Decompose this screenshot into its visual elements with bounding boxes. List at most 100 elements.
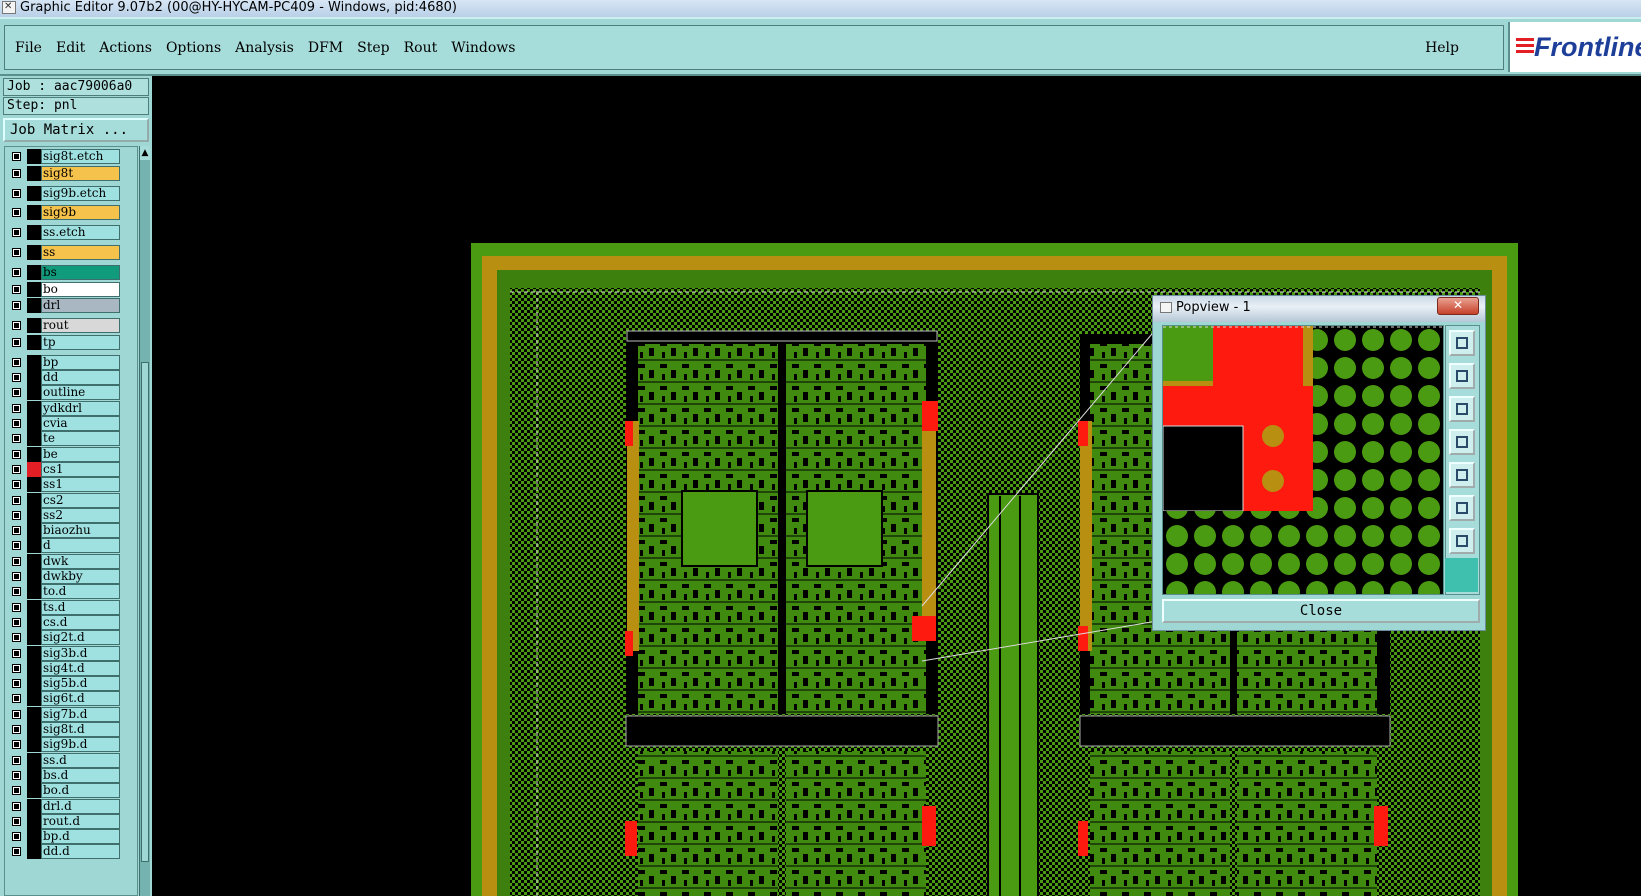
layer-row-rout[interactable]: rout xyxy=(7,318,121,334)
layer-checkbox[interactable] xyxy=(12,449,21,459)
layer-name[interactable]: to.d xyxy=(41,584,120,600)
menu-file[interactable]: File xyxy=(15,40,42,56)
layer-checkbox[interactable] xyxy=(12,168,21,178)
layer-row-bs[interactable]: bs xyxy=(7,264,121,280)
layer-name[interactable]: rout xyxy=(41,318,120,334)
layer-row-drl-d[interactable]: drl.d xyxy=(7,798,121,814)
layer-row-ydkdrl[interactable]: ydkdrl xyxy=(7,400,121,416)
layer-name[interactable]: sig2t.d xyxy=(41,630,120,646)
layer-name[interactable]: ts.d xyxy=(41,599,120,615)
window-title-bar[interactable]: Graphic Editor 9.07b2 (00@HY-HYCAM-PC409… xyxy=(0,0,1641,17)
layer-name[interactable]: ydkdrl xyxy=(41,400,120,416)
layer-checkbox[interactable] xyxy=(12,301,21,311)
layer-name[interactable]: ss xyxy=(41,245,120,260)
menu-edit[interactable]: Edit xyxy=(56,40,85,56)
layer-row-ss-d[interactable]: ss.d xyxy=(7,752,121,768)
layer-checkbox[interactable] xyxy=(12,816,21,826)
layer-name[interactable]: sig4t.d xyxy=(41,660,120,676)
pan-left-icon[interactable] xyxy=(1449,429,1475,455)
layer-checkbox[interactable] xyxy=(12,694,21,704)
popview-close-button[interactable]: Close xyxy=(1162,599,1480,623)
layer-checkbox[interactable] xyxy=(12,434,21,444)
layer-row-ss-etch[interactable]: ss.etch xyxy=(7,225,121,241)
layer-name[interactable]: te xyxy=(41,431,120,447)
layer-name[interactable]: cs2 xyxy=(41,492,120,508)
layer-checkbox[interactable] xyxy=(12,541,21,551)
layer-row-to-d[interactable]: to.d xyxy=(7,584,121,600)
layer-name[interactable]: sig8t.d xyxy=(41,722,120,737)
layer-name[interactable]: dd.d xyxy=(41,844,120,860)
layer-name[interactable]: ss.etch xyxy=(41,225,120,241)
layer-checkbox[interactable] xyxy=(12,847,21,857)
layer-checkbox[interactable] xyxy=(12,617,21,627)
layer-name[interactable]: sig9b.d xyxy=(41,737,120,753)
zoom-out-icon[interactable] xyxy=(1449,528,1475,554)
layer-row-drl[interactable]: drl xyxy=(7,298,121,314)
layer-checkbox[interactable] xyxy=(12,480,21,490)
layer-checkbox[interactable] xyxy=(12,464,21,474)
layer-checkbox[interactable] xyxy=(12,740,21,750)
layer-row-bo-d[interactable]: bo.d xyxy=(7,783,121,799)
layer-checkbox[interactable] xyxy=(12,152,21,161)
layer-checkbox[interactable] xyxy=(12,267,21,277)
layer-checkbox[interactable] xyxy=(12,679,21,689)
layer-checkbox[interactable] xyxy=(12,648,21,658)
layer-checkbox[interactable] xyxy=(12,208,21,218)
layer-row-ss[interactable]: ss xyxy=(7,245,121,260)
layer-checkbox[interactable] xyxy=(12,602,21,612)
layer-row-outline[interactable]: outline xyxy=(7,385,121,401)
layer-name[interactable]: sig9b xyxy=(41,205,120,221)
layer-row-cs1[interactable]: cs1 xyxy=(7,461,121,477)
layer-checkbox[interactable] xyxy=(12,373,21,383)
layer-checkbox[interactable] xyxy=(12,284,21,294)
menu-dfm[interactable]: DFM xyxy=(308,40,343,56)
layer-row-be[interactable]: be xyxy=(7,446,121,462)
layer-row-sig2t-d[interactable]: sig2t.d xyxy=(7,630,121,646)
layer-row-bo[interactable]: bo xyxy=(7,281,121,297)
layer-name[interactable]: sig9b.etch xyxy=(41,185,120,201)
layer-list-scrollbar[interactable]: ▲ xyxy=(139,146,150,896)
layer-name[interactable]: dwkby xyxy=(41,569,120,584)
layer-row-cs-d[interactable]: cs.d xyxy=(7,614,121,630)
layer-checkbox[interactable] xyxy=(12,357,21,367)
menu-rout[interactable]: Rout xyxy=(404,40,438,56)
layer-name[interactable]: sig8t xyxy=(41,165,120,181)
layer-checkbox[interactable] xyxy=(12,786,21,796)
layer-checkbox[interactable] xyxy=(12,321,21,331)
layer-checkbox[interactable] xyxy=(12,248,21,257)
popview-title-bar[interactable]: Popview - 1 ✕ xyxy=(1153,296,1485,322)
layer-row-te[interactable]: te xyxy=(7,431,121,447)
layer-row-sig8t-d[interactable]: sig8t.d xyxy=(7,722,121,737)
layer-checkbox[interactable] xyxy=(12,510,21,520)
layer-name[interactable]: dwk xyxy=(41,553,120,569)
layer-name[interactable]: ss.d xyxy=(41,752,120,768)
layer-row-dwk[interactable]: dwk xyxy=(7,553,121,569)
layer-name[interactable]: bp.d xyxy=(41,829,120,845)
layer-name[interactable]: ss1 xyxy=(41,477,120,493)
scroll-thumb[interactable] xyxy=(141,362,149,862)
layer-row-cs2[interactable]: cs2 xyxy=(7,492,121,508)
layer-name[interactable]: cs.d xyxy=(41,614,120,630)
layer-name[interactable]: drl xyxy=(41,298,120,314)
layer-checkbox[interactable] xyxy=(12,338,21,347)
layer-row-tp[interactable]: tp xyxy=(7,335,121,350)
layer-checkbox[interactable] xyxy=(12,403,21,413)
layer-checkbox[interactable] xyxy=(12,556,21,566)
layer-checkbox[interactable] xyxy=(12,188,21,198)
layer-checkbox[interactable] xyxy=(12,526,21,536)
layer-row-sig9b[interactable]: sig9b xyxy=(7,205,121,221)
layer-row-sig9b-d[interactable]: sig9b.d xyxy=(7,737,121,753)
layer-name[interactable]: outline xyxy=(41,385,120,401)
menu-windows[interactable]: Windows xyxy=(451,40,515,56)
layer-checkbox[interactable] xyxy=(12,663,21,673)
layer-checkbox[interactable] xyxy=(12,633,21,643)
layer-row-biaozhu[interactable]: biaozhu xyxy=(7,523,121,539)
layer-row-sig8t[interactable]: sig8t xyxy=(7,165,121,181)
layer-name[interactable]: cvia xyxy=(41,416,120,431)
layer-row-sig7b-d[interactable]: sig7b.d xyxy=(7,706,121,722)
pan-down-icon[interactable] xyxy=(1449,396,1475,422)
layer-name[interactable]: ss2 xyxy=(41,507,120,523)
layer-name[interactable]: biaozhu xyxy=(41,523,120,539)
layer-checkbox[interactable] xyxy=(12,572,21,581)
menu-options[interactable]: Options xyxy=(166,40,221,56)
